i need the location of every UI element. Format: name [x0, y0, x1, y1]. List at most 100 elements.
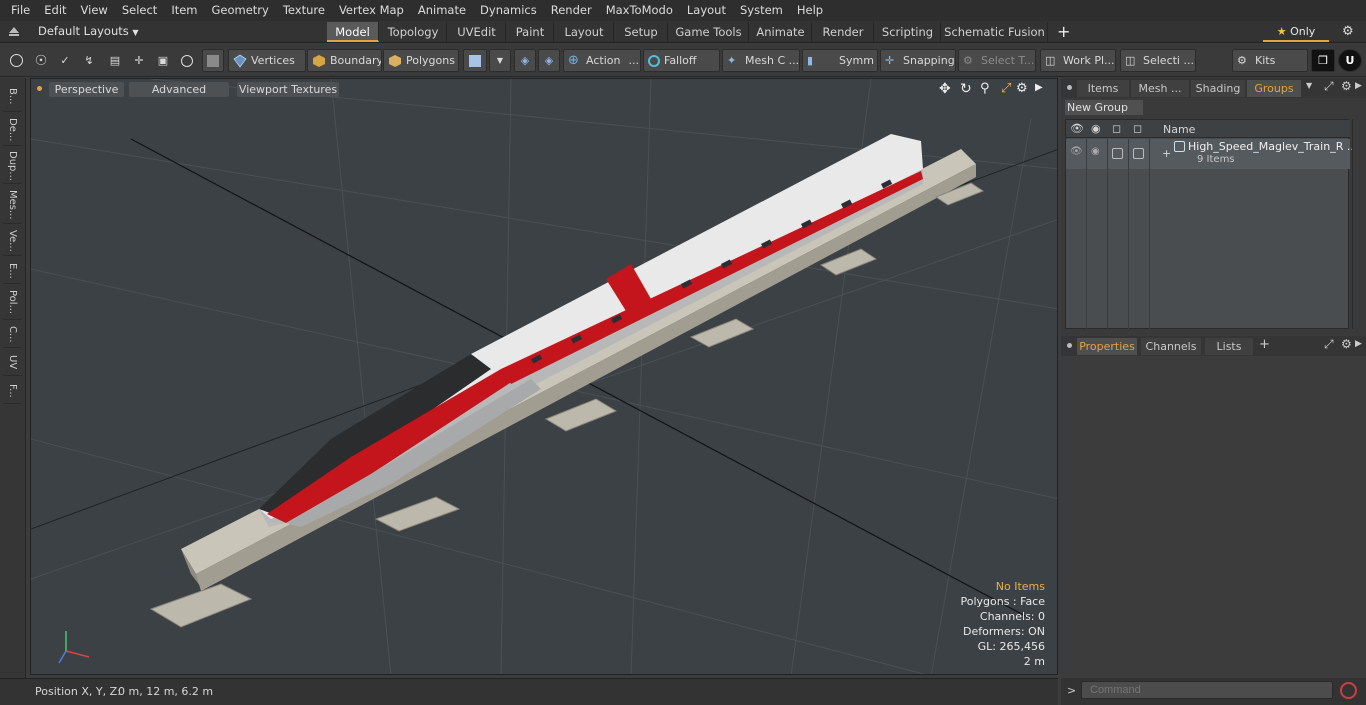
symmetry-button[interactable]: ▮ Symm ... — [802, 49, 878, 72]
tab-groups[interactable]: Groups — [1247, 80, 1301, 97]
layout-selector[interactable]: Default Layouts ▼ — [38, 24, 139, 38]
left-tab-3[interactable]: Mes... — [3, 186, 22, 224]
tab-paint[interactable]: Paint — [507, 22, 554, 42]
tab-properties[interactable]: Properties — [1077, 338, 1137, 355]
tab-model[interactable]: Model — [327, 22, 379, 42]
tab-shading[interactable]: Shading — [1191, 80, 1245, 97]
zoom-view-icon[interactable]: ⚲ — [980, 81, 990, 96]
tab-setup[interactable]: Setup — [615, 22, 668, 42]
menu-system[interactable]: System — [733, 0, 790, 21]
left-tab-7[interactable]: C... — [3, 322, 22, 348]
menu-layout[interactable]: Layout — [680, 0, 733, 21]
menu-dynamics[interactable]: Dynamics — [473, 0, 544, 21]
selection-sets-button[interactable]: ◫ Selecti ... — [1120, 49, 1196, 72]
row-lock-checkbox[interactable] — [1112, 148, 1123, 159]
new-group-button[interactable]: New Group — [1065, 100, 1143, 115]
tabs-dropdown-icon[interactable]: ▼ — [1306, 81, 1312, 90]
add-tab-icon[interactable]: + — [1057, 22, 1070, 41]
item-mode-button[interactable] — [463, 49, 487, 72]
center-button[interactable]: ✛ — [128, 49, 150, 72]
layout-up-icon[interactable] — [8, 25, 20, 37]
record-icon[interactable] — [1340, 682, 1357, 699]
work-plane-button[interactable]: ◫ Work Pl... — [1040, 49, 1116, 72]
tab-layout[interactable]: Layout — [555, 22, 614, 42]
globe-button[interactable]: ☉ — [30, 49, 52, 72]
select-icon[interactable]: ◻ — [1133, 122, 1142, 135]
rotate-view-icon[interactable]: ↻ — [960, 81, 972, 97]
tab-mesh[interactable]: Mesh ... — [1131, 80, 1189, 97]
pen-button[interactable]: ✓ — [54, 49, 76, 72]
row-eye-icon[interactable]: 👁 — [1070, 146, 1083, 157]
tab-items[interactable]: Items — [1077, 80, 1129, 97]
action-button[interactable]: ⊕ Action ... — [563, 49, 641, 72]
shield-button[interactable]: ◈ — [514, 49, 536, 72]
brush-button[interactable]: ↯ — [78, 49, 100, 72]
left-tab-1[interactable]: De... — [3, 114, 22, 146]
3d-viewport[interactable]: Perspective Advanced Viewport Textures ✥… — [30, 78, 1058, 675]
viewport-arrow-icon[interactable]: ▶ — [1035, 82, 1043, 93]
menu-geometry[interactable]: Geometry — [205, 0, 276, 21]
left-tab-2[interactable]: Dup... — [3, 148, 22, 184]
boundary-button[interactable]: Boundary — [307, 49, 382, 72]
groups-scrollbar[interactable] — [1352, 119, 1362, 329]
menu-view[interactable]: View — [74, 0, 115, 21]
viewport-gear-icon[interactable]: ⚙ — [1016, 81, 1028, 96]
row-render-icon[interactable]: ◉ — [1091, 146, 1100, 157]
lock-icon[interactable]: ◻ — [1112, 122, 1121, 135]
add-prop-tab-icon[interactable]: + — [1259, 337, 1270, 352]
tab-render[interactable]: Render — [813, 22, 874, 42]
menu-select[interactable]: Select — [115, 0, 164, 21]
panel-gear-icon[interactable]: ⚙ — [1341, 79, 1352, 93]
shade-button[interactable] — [202, 49, 224, 72]
props-gear-icon[interactable]: ⚙ — [1341, 337, 1352, 351]
props-arrow-icon[interactable]: ▶ — [1355, 339, 1362, 349]
only-toggle[interactable]: ★ Only — [1263, 22, 1329, 42]
menu-texture[interactable]: Texture — [276, 0, 332, 21]
left-tab-6[interactable]: Pol... — [3, 286, 22, 320]
row-select-checkbox[interactable] — [1133, 148, 1144, 159]
menu-animate[interactable]: Animate — [411, 0, 473, 21]
kits-button[interactable]: ⚙ Kits — [1232, 49, 1308, 72]
panel-arrow-icon[interactable]: ▶ — [1355, 81, 1362, 91]
cube-app-button[interactable]: ❒ — [1311, 49, 1335, 72]
left-tab-5[interactable]: E... — [3, 258, 22, 284]
left-tab-4[interactable]: Ve... — [3, 226, 22, 256]
vertices-button[interactable]: Vertices — [228, 49, 306, 72]
polygons-button[interactable]: Polygons — [383, 49, 459, 72]
expand-icon[interactable]: + — [1162, 147, 1171, 160]
group-row[interactable]: 👁 ◉ + High_Speed_Maglev_Train_R ... 9 It… — [1066, 139, 1357, 169]
menu-file[interactable]: File — [4, 0, 37, 21]
clock-button[interactable] — [176, 49, 198, 72]
props-expand-icon[interactable]: ⤢ — [1324, 337, 1334, 352]
tab-lists[interactable]: Lists — [1205, 338, 1253, 355]
circle-select-button[interactable] — [4, 49, 28, 72]
menu-maxtomodo[interactable]: MaxToModo — [599, 0, 680, 21]
advanced-button[interactable]: Advanced — [129, 82, 229, 97]
tab-topology[interactable]: Topology — [380, 22, 447, 42]
viewport-textures-button[interactable]: Viewport Textures — [237, 82, 339, 97]
shield2-button[interactable]: ◈ — [538, 49, 560, 72]
tab-game-tools[interactable]: Game Tools — [669, 22, 749, 42]
falloff-button[interactable]: Falloff — [643, 49, 720, 72]
select-through-button[interactable]: ⚙ Select T... — [958, 49, 1036, 72]
mode-dropdown[interactable]: ▼ — [489, 49, 511, 72]
maximize-view-icon[interactable]: ⤢ — [1001, 81, 1011, 96]
left-tab-9[interactable]: F... — [3, 378, 22, 404]
menu-render[interactable]: Render — [544, 0, 599, 21]
render-icon[interactable]: ◉ — [1091, 122, 1101, 135]
tab-schematic-fusion[interactable]: Schematic Fusion — [942, 22, 1048, 42]
menu-vertex-map[interactable]: Vertex Map — [332, 0, 411, 21]
menu-item[interactable]: Item — [164, 0, 204, 21]
align-button[interactable]: ▤ — [104, 49, 126, 72]
command-input[interactable] — [1081, 681, 1333, 699]
square-button[interactable]: ▣ — [152, 49, 174, 72]
unreal-button[interactable]: U — [1338, 49, 1362, 72]
move-view-icon[interactable]: ✥ — [939, 81, 951, 97]
menu-help[interactable]: Help — [790, 0, 830, 21]
snapping-button[interactable]: ✛ Snapping — [880, 49, 956, 72]
tab-channels[interactable]: Channels — [1141, 338, 1201, 355]
eye-icon[interactable]: 👁 — [1070, 122, 1084, 135]
mesh-constraint-button[interactable]: ✦ Mesh C ... — [722, 49, 800, 72]
tab-animate[interactable]: Animate — [750, 22, 812, 42]
tab-scripting[interactable]: Scripting — [875, 22, 941, 42]
